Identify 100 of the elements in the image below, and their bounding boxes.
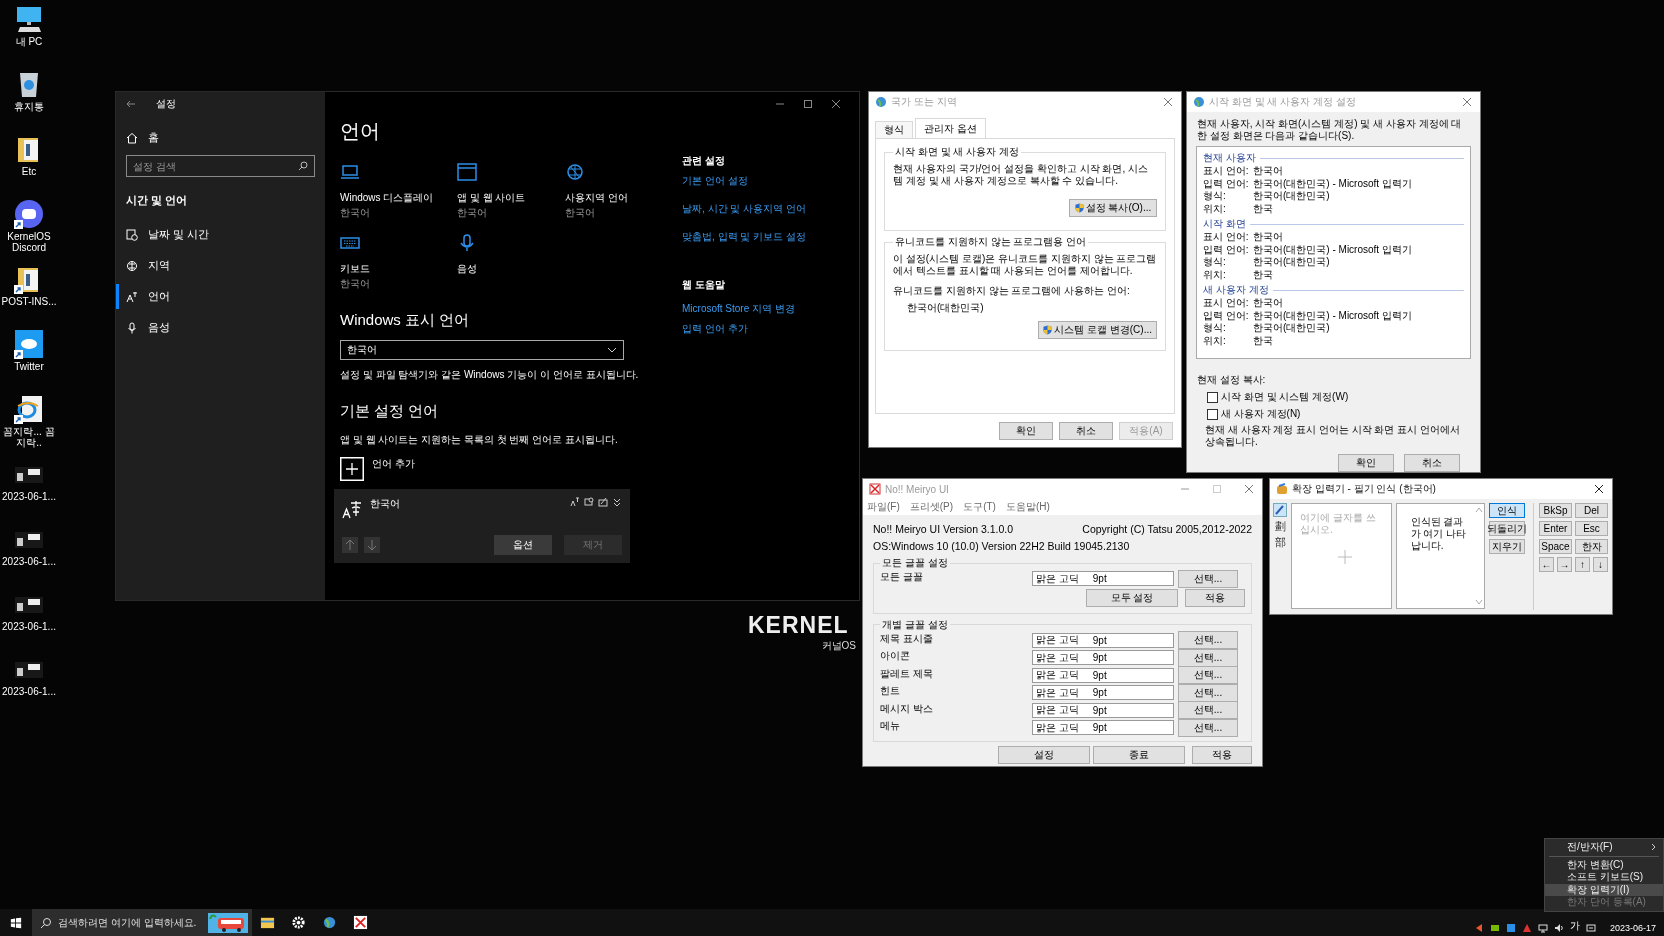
font-field[interactable]: 맑은 고딕 9pt: [1032, 720, 1174, 736]
settings-button[interactable]: 설정: [998, 745, 1090, 764]
app-icon[interactable]: [353, 915, 368, 930]
icon-label: 2023-06-1...: [1, 621, 57, 632]
tab[interactable]: 관리자 옵션: [915, 118, 986, 138]
menu-item[interactable]: 도구(T): [963, 500, 996, 514]
font-field[interactable]: 맑은 고딕 9pt: [1032, 685, 1174, 701]
help-link[interactable]: 입력 언어 추가: [682, 322, 748, 336]
help-link[interactable]: Microsoft Store 지역 변경: [682, 302, 795, 316]
select-button[interactable]: 선택...: [1178, 631, 1238, 650]
globe-icon[interactable]: [322, 915, 337, 930]
menu-item[interactable]: 소프트 키보드(S): [1545, 871, 1663, 884]
search-field[interactable]: 설정 검색: [126, 155, 315, 177]
menu-item[interactable]: 도움말(H): [1005, 500, 1050, 514]
date-text[interactable]: 2023-06-17: [1609, 923, 1656, 933]
chat-app-icon[interactable]: [14, 199, 44, 229]
font-field[interactable]: 맑은 고딕 9pt: [1032, 650, 1174, 666]
font-field[interactable]: 맑은 고딕 9pt: [1032, 702, 1174, 718]
select-button[interactable]: 선택...: [1178, 569, 1238, 588]
menu-item[interactable]: 파일(F): [867, 500, 900, 514]
tile-title[interactable]: 키보드: [340, 262, 457, 276]
apply-button[interactable]: 적용: [1192, 745, 1252, 764]
close-icon[interactable]: [831, 99, 841, 109]
menu-item[interactable]: 전/반자(F): [1545, 841, 1663, 854]
volume-icon[interactable]: [1553, 923, 1564, 933]
globe-icon[interactable]: [565, 163, 585, 181]
tile-title[interactable]: 음성: [457, 262, 565, 276]
action-button[interactable]: 되돌리기: [1489, 521, 1525, 536]
start-button[interactable]: [10, 916, 22, 929]
tab[interactable]: 형식: [875, 121, 913, 138]
key-button[interactable]: BkSp: [1539, 503, 1572, 518]
related-link[interactable]: 맞춤법, 입력 및 키보드 설정: [682, 230, 806, 244]
add-language-label[interactable]: 언어 추가: [372, 457, 415, 471]
mode-button[interactable]: 部: [1273, 535, 1287, 549]
language-dropdown[interactable]: 한국어: [340, 340, 624, 360]
cancel-button[interactable]: 취소: [1059, 422, 1113, 440]
key-button[interactable]: ↑: [1575, 557, 1590, 572]
maximize-icon[interactable]: [803, 99, 813, 109]
checkbox[interactable]: [1207, 408, 1218, 420]
computer-icon[interactable]: [14, 4, 44, 34]
related-link[interactable]: 날짜, 시간 및 사용지역 언어: [682, 202, 806, 216]
pen-mode-button[interactable]: [1273, 503, 1287, 517]
input-mode-indicator[interactable]: 가: [1569, 919, 1580, 933]
key-button[interactable]: ←: [1539, 557, 1554, 572]
action-button[interactable]: 지우기: [1489, 539, 1525, 554]
nav-item[interactable]: 지역: [116, 253, 325, 278]
group-title: 시작 화면 및 새 사용자 계정: [894, 145, 1020, 159]
menu-item[interactable]: 확장 입력기(I): [1545, 883, 1663, 896]
laptop-icon[interactable]: [340, 163, 360, 181]
tray-app-icon[interactable]: [1489, 923, 1500, 933]
checkbox-label[interactable]: 시작 화면 및 시스템 계정(W): [1221, 390, 1349, 404]
nav-item[interactable]: 언어: [116, 284, 325, 309]
checkbox[interactable]: [1207, 391, 1218, 403]
settings-icon[interactable]: [291, 915, 306, 930]
field-label: 위치:: [1203, 333, 1227, 348]
folder-icon[interactable]: [260, 915, 275, 930]
web-page-icon[interactable]: [14, 394, 44, 424]
nav-item[interactable]: 날짜 및 시간: [116, 222, 325, 247]
key-button[interactable]: ↓: [1593, 557, 1608, 572]
close-icon[interactable]: [1594, 484, 1604, 494]
mode-button[interactable]: 劃: [1273, 519, 1287, 533]
key-button[interactable]: Del: [1575, 503, 1608, 518]
add-language-button[interactable]: [340, 457, 364, 481]
options-button[interactable]: 옵션: [494, 535, 552, 555]
search-icon[interactable]: [298, 161, 308, 171]
key-button[interactable]: →: [1557, 557, 1572, 572]
font-field[interactable]: 맑은 고딕 9pt: [1032, 571, 1174, 587]
checkbox-label[interactable]: 새 사용자 계정(N): [1221, 407, 1301, 421]
exit-button[interactable]: 종료: [1093, 745, 1185, 764]
key-button[interactable]: Enter: [1539, 521, 1572, 536]
copy-settings-button[interactable]: 설정 복사(O)...: [1069, 199, 1157, 217]
select-button[interactable]: 선택...: [1178, 701, 1238, 720]
apply-button[interactable]: 적용: [1185, 589, 1245, 607]
home-link[interactable]: 홈: [148, 130, 159, 145]
cancel-button[interactable]: 취소: [1404, 454, 1460, 472]
action-button[interactable]: 인식: [1489, 503, 1525, 518]
change-locale-button[interactable]: 시스템 로캘 변경(C)...: [1038, 321, 1157, 339]
related-link[interactable]: 기본 언어 설정: [682, 174, 748, 188]
ok-button[interactable]: 확인: [999, 422, 1053, 440]
network-icon[interactable]: [1537, 923, 1548, 933]
tile-title[interactable]: 앱 및 웹 사이트: [457, 191, 565, 205]
ok-button[interactable]: 확인: [1338, 454, 1394, 472]
font-field[interactable]: 맑은 고딕 9pt: [1032, 667, 1174, 683]
menu-item[interactable]: 한자 변환(C): [1545, 858, 1663, 871]
set-all-button[interactable]: 모두 설정: [1086, 589, 1178, 607]
key-button[interactable]: 한자: [1575, 539, 1608, 554]
tile-title[interactable]: 사용지역 언어: [565, 191, 665, 205]
back-arrow-icon[interactable]: [126, 99, 136, 109]
tile-title[interactable]: Windows 디스플레이: [340, 191, 457, 205]
nav-item[interactable]: 음성: [116, 315, 325, 340]
menu-item[interactable]: 프리셋(P): [909, 500, 954, 514]
tile-value: 한국어: [340, 277, 371, 291]
font-field[interactable]: 맑은 고딕 9pt: [1032, 632, 1174, 648]
tray-app-icon[interactable]: [1505, 923, 1516, 933]
tray-app-icon[interactable]: [1521, 923, 1532, 933]
microphone-icon[interactable]: [457, 234, 477, 252]
key-button[interactable]: Esc: [1575, 521, 1608, 536]
select-button[interactable]: 선택...: [1178, 666, 1238, 685]
window-icon[interactable]: [457, 163, 477, 181]
key-button[interactable]: Space: [1539, 539, 1572, 554]
